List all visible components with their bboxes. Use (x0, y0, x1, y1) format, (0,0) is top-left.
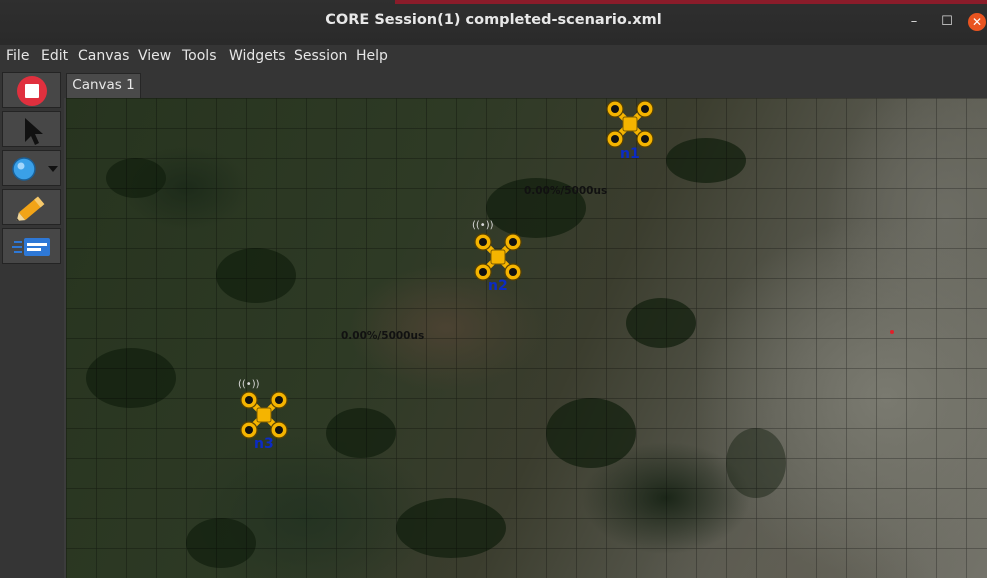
link-label: 0.00%/5000us (341, 330, 425, 342)
menu-widgets[interactable]: Widgets (229, 48, 286, 64)
tab-canvas-1[interactable]: Canvas 1 (66, 73, 141, 98)
node-label-n2: n2 (488, 278, 508, 294)
menu-session[interactable]: Session (294, 48, 347, 64)
menu-tools[interactable]: Tools (182, 48, 217, 64)
left-toolbar (0, 70, 64, 578)
menu-view[interactable]: View (138, 48, 171, 64)
marker-zoom-icon (12, 157, 58, 181)
maximize-button[interactable]: ☐ (938, 13, 956, 31)
canvas-tab-bar: Canvas 1 (64, 70, 987, 98)
menu-file[interactable]: File (6, 48, 29, 64)
drone-node-n3[interactable] (238, 389, 290, 441)
pencil-icon (16, 196, 45, 221)
annotation-tool-button[interactable] (2, 189, 61, 225)
drone-node-n2[interactable] (472, 231, 524, 283)
node-label-n3: n3 (254, 436, 274, 452)
stop-session-icon (17, 76, 47, 106)
minimize-button[interactable]: – (905, 13, 923, 31)
marker-tool-button[interactable] (2, 150, 61, 186)
window-title: CORE Session(1) completed-scenario.xml (325, 12, 662, 28)
canvas-area[interactable]: 0.00%/5000us 0.00%/5000us n1 ((•)) n2 ((… (66, 98, 987, 578)
run-tool-button[interactable] (2, 228, 61, 264)
drone-icon (474, 233, 522, 281)
select-tool-button[interactable] (2, 111, 61, 147)
position-marker (890, 330, 894, 334)
drone-icon (606, 100, 654, 148)
run-tool-icon (12, 238, 50, 256)
menu-help[interactable]: Help (356, 48, 388, 64)
select-pointer-icon (25, 118, 43, 145)
close-button[interactable]: ✕ (968, 13, 986, 31)
stop-button[interactable] (2, 72, 61, 108)
menu-bar: File Edit Canvas View Tools Widgets Sess… (0, 45, 987, 70)
node-label-n1: n1 (620, 146, 640, 162)
menu-canvas[interactable]: Canvas (78, 48, 129, 64)
canvas-grid (66, 98, 987, 578)
drone-node-n1[interactable] (604, 98, 656, 150)
title-bar-accent (395, 0, 987, 4)
menu-edit[interactable]: Edit (41, 48, 68, 64)
title-bar: CORE Session(1) completed-scenario.xml –… (0, 0, 987, 45)
link-label: 0.00%/5000us (524, 185, 608, 197)
drone-icon (240, 391, 288, 439)
wireless-signal-icon: ((•)) (472, 220, 494, 231)
